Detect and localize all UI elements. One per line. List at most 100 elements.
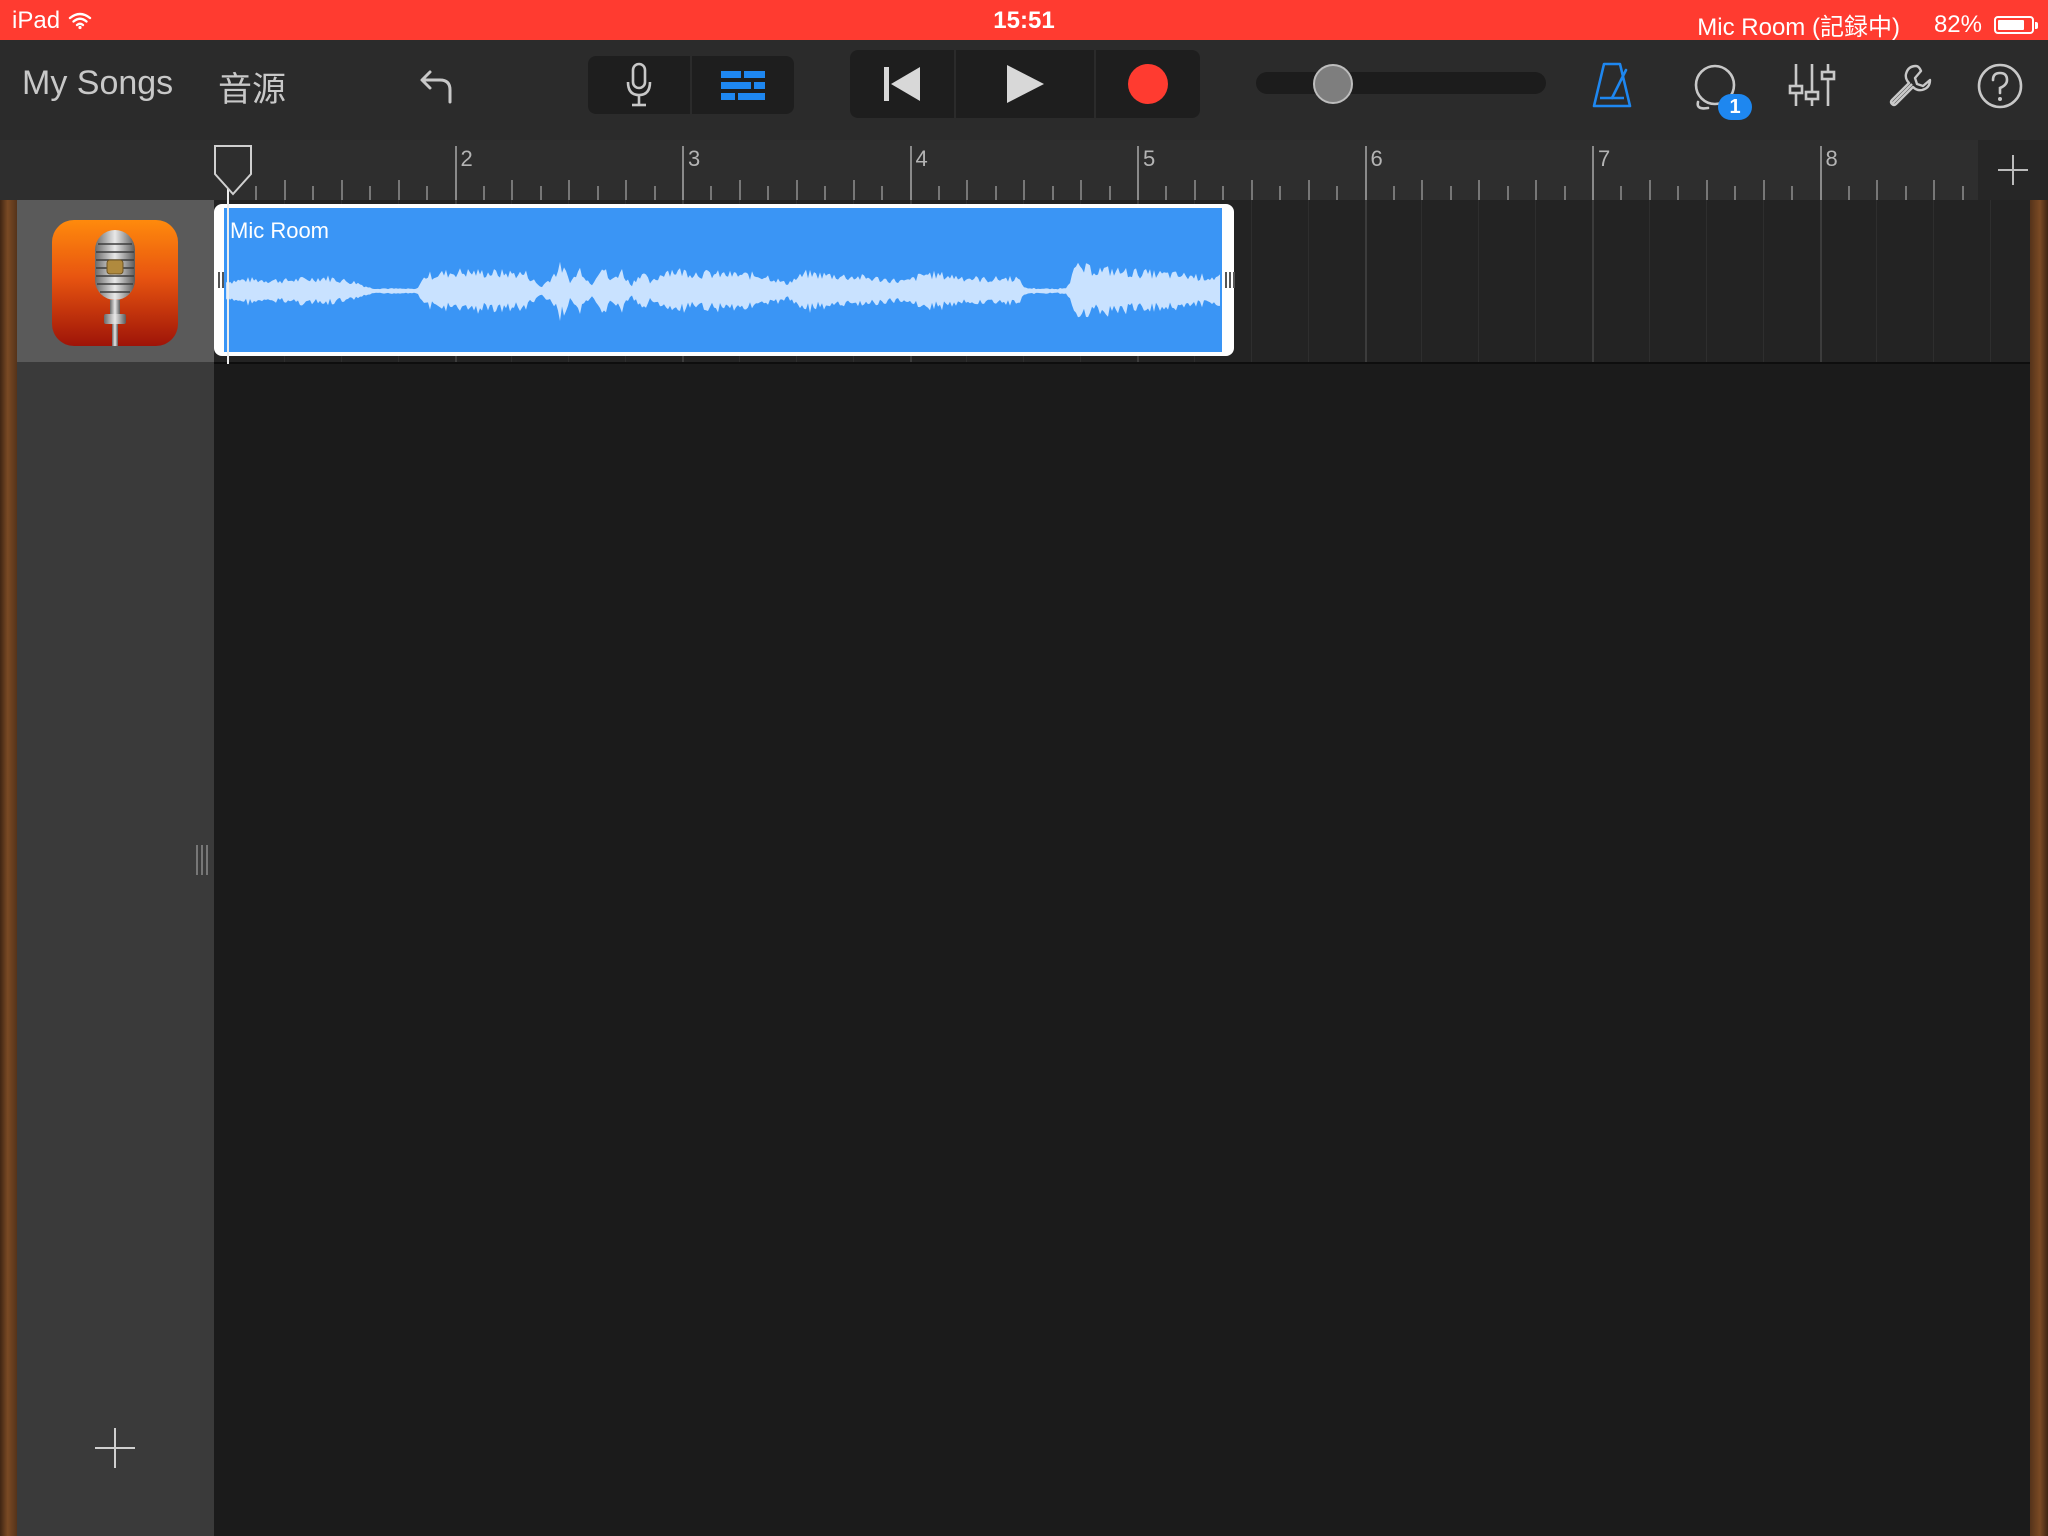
grid-line bbox=[1762, 200, 1764, 362]
timeline-ruler[interactable]: 12345678 bbox=[214, 140, 1974, 200]
wood-side-right bbox=[2030, 200, 2048, 1536]
grid-line bbox=[1592, 200, 1594, 362]
my-songs-button[interactable]: My Songs bbox=[22, 64, 173, 103]
ruler-tick bbox=[1307, 180, 1310, 200]
ruler-tick bbox=[1648, 180, 1651, 200]
ruler-tick bbox=[1563, 186, 1566, 200]
region-trim-handle-left[interactable] bbox=[217, 272, 227, 288]
ruler-tick bbox=[994, 186, 997, 200]
tracks-view-button[interactable] bbox=[692, 56, 794, 114]
record-button[interactable] bbox=[1096, 50, 1200, 118]
ruler-tick bbox=[1933, 180, 1936, 200]
plus-icon bbox=[95, 1428, 135, 1468]
ruler-tick bbox=[1876, 180, 1879, 200]
ruler-tick bbox=[937, 186, 940, 200]
settings-wrench-icon[interactable] bbox=[1886, 62, 1934, 110]
ruler-tick bbox=[1279, 186, 1282, 200]
ruler-bar-number: 5 bbox=[1143, 146, 1156, 171]
ruler-tick bbox=[653, 186, 656, 200]
ruler-tick bbox=[881, 186, 884, 200]
ruler-tick bbox=[1791, 186, 1794, 200]
ruler-tick bbox=[1620, 186, 1623, 200]
app-recording-status: Mic Room (記録中) bbox=[1697, 14, 1900, 41]
grid-line bbox=[1250, 200, 1252, 362]
add-track-button[interactable] bbox=[95, 1428, 135, 1468]
master-volume-slider[interactable] bbox=[1256, 72, 1546, 94]
ruler-tick bbox=[511, 180, 514, 200]
ruler-bar-number: 8 bbox=[1825, 146, 1838, 171]
play-icon bbox=[1007, 65, 1044, 103]
grid-line bbox=[1648, 200, 1650, 362]
ruler-tick bbox=[1734, 186, 1737, 200]
ruler-bar-line bbox=[1592, 146, 1594, 200]
grid-line bbox=[1535, 200, 1537, 362]
microphone-icon bbox=[95, 230, 135, 346]
ruler-tick bbox=[824, 186, 827, 200]
ruler-tick bbox=[1961, 186, 1964, 200]
rewind-icon bbox=[884, 67, 920, 101]
ruler-tick bbox=[852, 180, 855, 200]
ruler-bar-number: 7 bbox=[1598, 146, 1611, 171]
wood-side-left bbox=[0, 200, 17, 1536]
ruler-tick bbox=[1250, 180, 1253, 200]
ruler-tick bbox=[340, 180, 343, 200]
ruler-tick bbox=[1165, 186, 1168, 200]
ruler-tick bbox=[255, 186, 258, 200]
mixer-icon[interactable] bbox=[1786, 60, 1838, 110]
ruler-tick bbox=[1336, 186, 1339, 200]
status-bar: iPad 15:51 Mic Room (記録中) 82% bbox=[0, 0, 2048, 42]
loop-count-badge: 1 bbox=[1718, 94, 1752, 120]
add-section-button[interactable] bbox=[1978, 140, 2048, 200]
ruler-bar-number: 4 bbox=[915, 146, 928, 171]
ruler-tick bbox=[1193, 180, 1196, 200]
grid-line bbox=[1876, 200, 1878, 362]
ruler-tick bbox=[1421, 180, 1424, 200]
ruler-tick bbox=[397, 180, 400, 200]
grid-line bbox=[1990, 200, 1992, 362]
ruler-tick bbox=[966, 180, 969, 200]
undo-icon[interactable] bbox=[416, 62, 460, 110]
help-icon[interactable] bbox=[1976, 62, 2024, 110]
ruler-tick bbox=[1478, 180, 1481, 200]
battery-fill bbox=[1998, 19, 2025, 30]
battery-percent: 82% bbox=[1933, 10, 1982, 38]
metronome-icon[interactable] bbox=[1590, 60, 1634, 110]
ruler-bar-line bbox=[1819, 146, 1822, 200]
ruler-tick bbox=[1222, 186, 1225, 200]
ruler-bar-line bbox=[909, 146, 912, 200]
ruler-tick bbox=[1449, 186, 1452, 200]
ruler-tick bbox=[312, 186, 315, 200]
volume-knob[interactable] bbox=[1312, 64, 1353, 104]
audio-waveform bbox=[226, 261, 1220, 321]
instrument-view-button[interactable] bbox=[588, 56, 690, 114]
ruler-tick bbox=[1108, 186, 1111, 200]
ruler-bar-number: 2 bbox=[460, 146, 473, 171]
ruler-tick bbox=[767, 186, 770, 200]
grid-line bbox=[1478, 200, 1480, 362]
ruler-tick bbox=[283, 180, 286, 200]
timeline-area[interactable] bbox=[214, 200, 2030, 1536]
ruler-tick bbox=[426, 186, 429, 200]
ruler-tick bbox=[738, 180, 741, 200]
track-header-resize-grip[interactable] bbox=[195, 845, 209, 875]
audio-recorder-track-icon[interactable] bbox=[52, 220, 178, 346]
grid-line bbox=[1819, 200, 1822, 362]
playhead[interactable] bbox=[213, 144, 253, 196]
ruler-bar-line bbox=[682, 146, 684, 200]
ruler-tick bbox=[1904, 186, 1907, 200]
ruler-tick bbox=[482, 186, 485, 200]
ruler-tick bbox=[568, 180, 571, 200]
play-button[interactable] bbox=[956, 50, 1094, 118]
rewind-button[interactable] bbox=[850, 50, 954, 118]
ruler-tick bbox=[1392, 186, 1395, 200]
ruler-tick bbox=[539, 186, 542, 200]
instruments-button[interactable]: 音源 bbox=[218, 62, 286, 111]
transport-controls bbox=[850, 50, 1200, 118]
ruler-tick bbox=[1762, 180, 1765, 200]
ruler-bar-line bbox=[1137, 146, 1139, 200]
ruler-tick bbox=[795, 180, 798, 200]
region-trim-handle-right[interactable] bbox=[1224, 272, 1235, 288]
ruler-tick bbox=[1023, 180, 1026, 200]
tracks-view-icon bbox=[721, 71, 765, 100]
status-right: Mic Room (記録中) 82% bbox=[1697, 7, 2038, 42]
